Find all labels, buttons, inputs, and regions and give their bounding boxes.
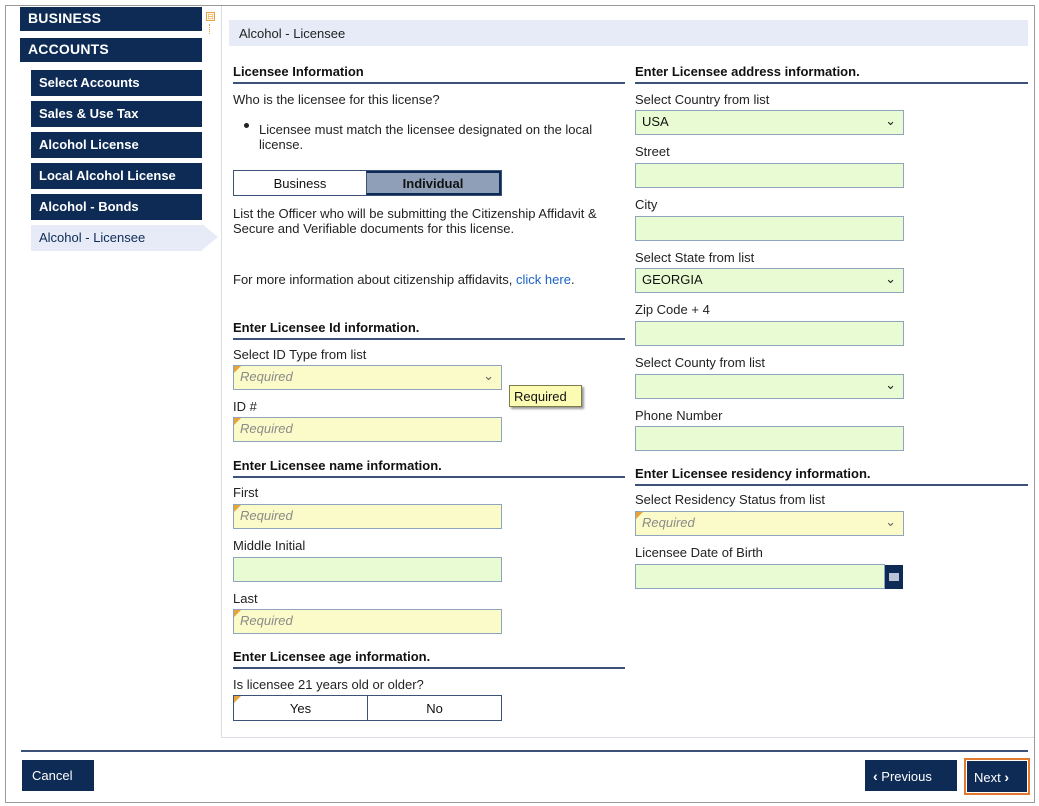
street-input[interactable]	[635, 163, 904, 188]
dob-input[interactable]	[635, 564, 885, 589]
id-type-placeholder: Required	[240, 369, 293, 384]
required-marker	[234, 696, 241, 703]
sidebar-item-alcohol-license[interactable]: Alcohol License	[31, 132, 202, 158]
county-select[interactable]: ⌄	[635, 374, 904, 399]
phone-label: Phone Number	[635, 408, 723, 423]
age-toggle: Yes No	[233, 695, 502, 721]
zip-input[interactable]	[635, 321, 904, 346]
sidebar-header-business[interactable]: BUSINESS	[20, 7, 202, 31]
footer-divider	[21, 750, 1028, 752]
section-name-information: Enter Licensee name information.	[233, 458, 625, 478]
chevron-down-icon: ⌄	[885, 113, 896, 128]
officer-note: List the Officer who will be submitting …	[233, 206, 597, 236]
county-label: Select County from list	[635, 355, 766, 370]
id-number-label: ID #	[233, 399, 257, 414]
sidebar-item-alcohol-bonds[interactable]: Alcohol - Bonds	[31, 194, 202, 220]
state-label: Select State from list	[635, 250, 755, 265]
click-here-link[interactable]: click here	[516, 272, 571, 287]
toggle-individual-button[interactable]: Individual	[366, 171, 501, 195]
page-title: Alcohol - Licensee	[229, 20, 1028, 46]
country-label: Select Country from list	[635, 92, 770, 107]
section-age-information: Enter Licensee age information.	[233, 649, 625, 669]
country-select[interactable]: USA ⌄	[635, 110, 904, 135]
residency-status-label: Select Residency Status from list	[635, 492, 826, 507]
residency-status-placeholder: Required	[642, 515, 695, 530]
last-name-label: Last	[233, 591, 258, 606]
first-name-label: First	[233, 485, 259, 500]
chevron-down-icon: ⌄	[483, 368, 494, 383]
collapse-icon[interactable]: ⊟	[206, 12, 215, 21]
id-number-input[interactable]: Required	[233, 417, 502, 442]
sidebar-item-sales-use-tax[interactable]: Sales & Use Tax	[31, 101, 202, 127]
section-address-information: Enter Licensee address information.	[635, 64, 1028, 84]
next-button-focus-ring: Next ›	[964, 758, 1030, 795]
state-select[interactable]: GEORGIA ⌄	[635, 268, 904, 293]
middle-initial-label: Middle Initial	[233, 538, 306, 553]
chevron-left-icon: ‹	[873, 768, 878, 784]
phone-input[interactable]	[635, 426, 904, 451]
chevron-right-icon: ›	[1004, 769, 1010, 785]
more-info-text: For more information about citizenship a…	[233, 272, 613, 287]
chevron-down-icon: ⌄	[885, 377, 896, 392]
sidebar-item-select-accounts[interactable]: Select Accounts	[31, 70, 202, 96]
first-name-input[interactable]: Required	[233, 504, 502, 529]
last-name-input[interactable]: Required	[233, 609, 502, 634]
previous-label: Previous	[881, 769, 932, 784]
licensee-bullet-text: Licensee must match the licensee designa…	[259, 122, 593, 152]
country-value: USA	[642, 114, 669, 129]
dob-label: Licensee Date of Birth	[635, 545, 763, 560]
next-label: Next	[974, 770, 1001, 785]
street-label: Street	[635, 144, 670, 159]
sidebar-item-alcohol-licensee[interactable]: Alcohol - Licensee	[31, 225, 202, 251]
sidebar-item-local-alcohol-license[interactable]: Local Alcohol License	[31, 163, 202, 189]
zip-label: Zip Code + 4	[635, 302, 710, 317]
chevron-down-icon: ⌄	[885, 271, 896, 286]
city-input[interactable]	[635, 216, 904, 241]
sidebar-header-accounts[interactable]: ACCOUNTS	[20, 38, 202, 62]
bullet-dot	[244, 123, 249, 128]
licensee-type-toggle: Business Individual	[233, 170, 502, 196]
active-item-arrow	[202, 224, 218, 250]
previous-button[interactable]: ‹ Previous	[865, 760, 957, 791]
age-yes-button[interactable]: Yes	[234, 696, 367, 720]
middle-initial-input[interactable]	[233, 557, 502, 582]
section-id-information: Enter Licensee Id information.	[233, 320, 625, 340]
licensee-question: Who is the licensee for this license?	[233, 92, 440, 107]
city-label: City	[635, 197, 658, 212]
age-question: Is licensee 21 years old or older?	[233, 677, 424, 692]
required-tooltip: Required	[509, 385, 582, 407]
toggle-business-button[interactable]: Business	[234, 171, 366, 195]
cancel-button[interactable]: Cancel	[22, 760, 94, 791]
chevron-down-icon: ⌄	[885, 514, 896, 529]
section-licensee-information: Licensee Information	[233, 64, 625, 84]
tree-connector	[209, 24, 211, 34]
next-button[interactable]: Next ›	[967, 761, 1027, 792]
id-type-label: Select ID Type from list	[233, 347, 367, 362]
id-type-select[interactable]: Required ⌄	[233, 365, 502, 390]
state-value: GEORGIA	[642, 272, 703, 287]
residency-status-select[interactable]: Required ⌄	[635, 511, 904, 536]
more-info-prefix: For more information about citizenship a…	[233, 272, 517, 287]
more-info-suffix: .	[570, 272, 575, 287]
age-no-button[interactable]: No	[367, 696, 501, 720]
section-residency-information: Enter Licensee residency information.	[635, 466, 1028, 486]
calendar-icon[interactable]	[885, 565, 903, 589]
